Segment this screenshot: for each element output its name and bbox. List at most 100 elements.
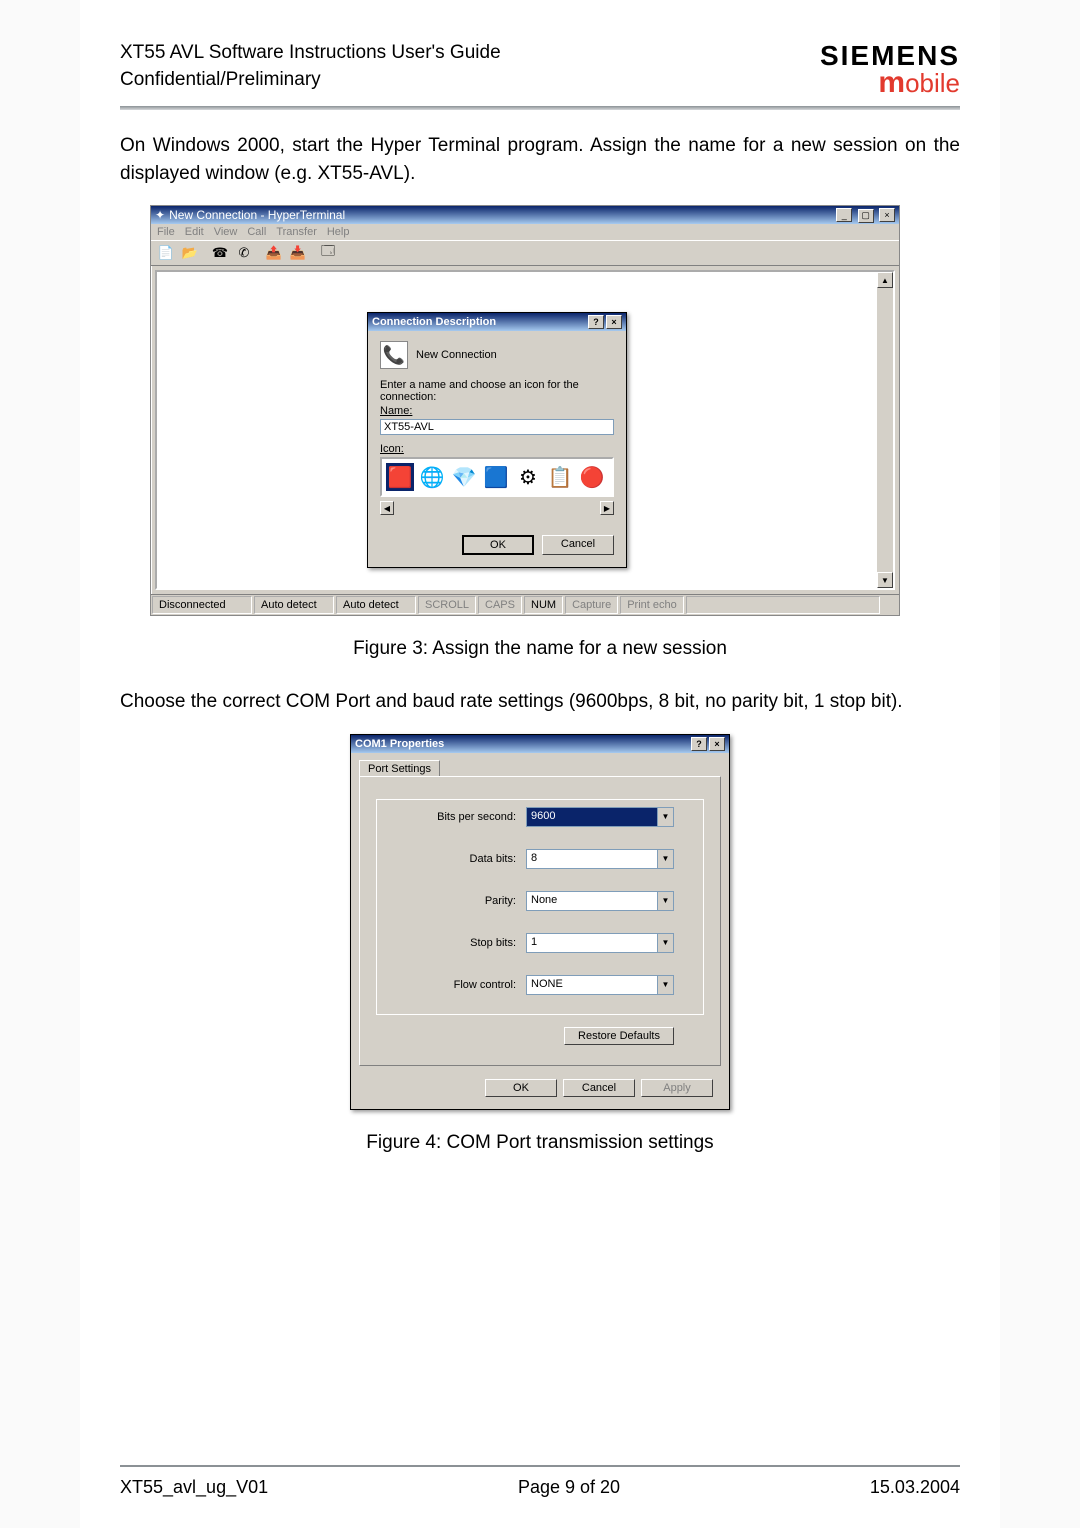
com-dialog-title: COM1 Properties bbox=[355, 738, 444, 750]
status-detect-1: Auto detect bbox=[254, 596, 334, 614]
chevron-down-icon[interactable]: ▼ bbox=[657, 892, 673, 910]
menu-view[interactable]: View bbox=[214, 226, 238, 238]
data-bits-select[interactable]: 8 ▼ bbox=[526, 849, 674, 869]
tb-send-icon[interactable]: 📤 bbox=[263, 243, 285, 263]
scroll-down-icon[interactable]: ▼ bbox=[877, 572, 893, 588]
status-bar: Disconnected Auto detect Auto detect SCR… bbox=[151, 594, 899, 615]
stop-bits-value: 1 bbox=[527, 934, 657, 952]
dialog-title: Connection Description bbox=[372, 316, 496, 328]
tab-port-settings[interactable]: Port Settings bbox=[359, 760, 440, 777]
menu-edit[interactable]: Edit bbox=[185, 226, 204, 238]
status-capture: Capture bbox=[565, 596, 618, 614]
page-header: XT55 AVL Software Instructions User's Gu… bbox=[120, 40, 960, 100]
window-titlebar[interactable]: ✦ New Connection - HyperTerminal _ ▢ × bbox=[151, 206, 899, 224]
chevron-down-icon[interactable]: ▼ bbox=[657, 934, 673, 952]
cancel-button[interactable]: Cancel bbox=[563, 1079, 635, 1097]
paragraph-2: Choose the correct COM Port and baud rat… bbox=[120, 688, 960, 716]
chevron-down-icon[interactable]: ▼ bbox=[657, 976, 673, 994]
figure-3-caption: Figure 3: Assign the name for a new sess… bbox=[120, 638, 960, 660]
header-brand: SIEMENS mobile bbox=[820, 40, 960, 100]
icon-option-7[interactable]: 🔴 bbox=[578, 463, 606, 491]
help-button[interactable]: ? bbox=[588, 315, 604, 329]
status-detect-2: Auto detect bbox=[336, 596, 416, 614]
icon-option-1[interactable]: 🟥 bbox=[386, 463, 414, 491]
icon-picker[interactable]: 🟥 🌐 💎 🟦 ⚙ 📋 🔴 bbox=[380, 457, 614, 497]
scroll-left-icon[interactable]: ◀ bbox=[380, 501, 394, 515]
icon-option-4[interactable]: 🟦 bbox=[482, 463, 510, 491]
terminal-area: ▲ ▼ Connection Description ? × bbox=[155, 270, 895, 590]
tb-receive-icon[interactable]: 📥 bbox=[287, 243, 309, 263]
data-bits-value: 8 bbox=[527, 850, 657, 868]
status-scroll: SCROLL bbox=[418, 596, 476, 614]
menu-file[interactable]: File bbox=[157, 226, 175, 238]
chevron-down-icon[interactable]: ▼ bbox=[657, 808, 673, 826]
connection-description-dialog: Connection Description ? × 📞 New Connect… bbox=[367, 312, 627, 568]
new-connection-icon: 📞 bbox=[380, 341, 408, 369]
menu-transfer[interactable]: Transfer bbox=[276, 226, 317, 238]
app-icon: ✦ bbox=[155, 208, 165, 222]
header-title-1: XT55 AVL Software Instructions User's Gu… bbox=[120, 40, 501, 67]
menu-call[interactable]: Call bbox=[247, 226, 266, 238]
figure-4-caption: Figure 4: COM Port transmission settings bbox=[120, 1132, 960, 1154]
footer-left: XT55_avl_ug_V01 bbox=[120, 1477, 268, 1498]
name-input[interactable] bbox=[380, 419, 614, 435]
flow-control-select[interactable]: NONE ▼ bbox=[526, 975, 674, 995]
stop-bits-select[interactable]: 1 ▼ bbox=[526, 933, 674, 953]
restore-defaults-button[interactable]: Restore Defaults bbox=[564, 1027, 674, 1045]
cancel-button[interactable]: Cancel bbox=[542, 535, 614, 555]
help-button[interactable]: ? bbox=[691, 737, 707, 751]
parity-value: None bbox=[527, 892, 657, 910]
status-connection: Disconnected bbox=[152, 596, 252, 614]
status-echo: Print echo bbox=[620, 596, 684, 614]
tb-open-icon[interactable]: 📂 bbox=[179, 243, 201, 263]
dialog-prompt: Enter a name and choose an icon for the … bbox=[380, 379, 614, 403]
header-rule bbox=[120, 106, 960, 110]
icon-option-3[interactable]: 💎 bbox=[450, 463, 478, 491]
ok-button[interactable]: OK bbox=[485, 1079, 557, 1097]
stop-bits-label: Stop bits: bbox=[406, 937, 516, 949]
icon-option-5[interactable]: ⚙ bbox=[514, 463, 542, 491]
scroll-up-icon[interactable]: ▲ bbox=[877, 272, 893, 288]
parity-label: Parity: bbox=[406, 895, 516, 907]
window-title: New Connection - HyperTerminal bbox=[169, 208, 345, 222]
menu-help[interactable]: Help bbox=[327, 226, 350, 238]
com-dialog-titlebar[interactable]: COM1 Properties ? × bbox=[351, 735, 729, 753]
dialog-titlebar[interactable]: Connection Description ? × bbox=[368, 313, 626, 331]
footer-center: Page 9 of 20 bbox=[518, 1477, 620, 1498]
icon-scrollbar[interactable]: ◀ ▶ bbox=[380, 501, 614, 515]
parity-select[interactable]: None ▼ bbox=[526, 891, 674, 911]
icon-option-6[interactable]: 📋 bbox=[546, 463, 574, 491]
tb-properties-icon[interactable]: 🗔 bbox=[317, 243, 339, 263]
close-button[interactable]: × bbox=[879, 208, 895, 222]
apply-button[interactable]: Apply bbox=[641, 1079, 713, 1097]
icon-option-2[interactable]: 🌐 bbox=[418, 463, 446, 491]
flow-control-value: NONE bbox=[527, 976, 657, 994]
com1-properties-dialog: COM1 Properties ? × Port Settings Bits p… bbox=[350, 734, 730, 1110]
scroll-right-icon[interactable]: ▶ bbox=[600, 501, 614, 515]
close-button[interactable]: × bbox=[709, 737, 725, 751]
footer-rule bbox=[120, 1465, 960, 1467]
header-title-2: Confidential/Preliminary bbox=[120, 67, 501, 94]
status-caps: CAPS bbox=[478, 596, 522, 614]
page-footer: XT55_avl_ug_V01 Page 9 of 20 15.03.2004 bbox=[120, 1465, 960, 1498]
bps-value: 9600 bbox=[527, 808, 657, 826]
footer-right: 15.03.2004 bbox=[870, 1477, 960, 1498]
tab-pane: Bits per second: 9600 ▼ Data bits: 8 ▼ P… bbox=[359, 776, 721, 1066]
tb-new-icon[interactable]: 📄 bbox=[155, 243, 177, 263]
status-num: NUM bbox=[524, 596, 563, 614]
maximize-button[interactable]: ▢ bbox=[858, 209, 874, 223]
bps-select[interactable]: 9600 ▼ bbox=[526, 807, 674, 827]
icon-label: Icon: bbox=[380, 443, 614, 455]
chevron-down-icon[interactable]: ▼ bbox=[657, 850, 673, 868]
header-title-block: XT55 AVL Software Instructions User's Gu… bbox=[120, 40, 501, 93]
name-label: Name: bbox=[380, 405, 614, 417]
paragraph-1: On Windows 2000, start the Hyper Termina… bbox=[120, 132, 960, 187]
minimize-button[interactable]: _ bbox=[836, 208, 852, 222]
tb-disconnect-icon[interactable]: ✆ bbox=[233, 243, 255, 263]
vertical-scrollbar[interactable]: ▲ ▼ bbox=[877, 272, 893, 588]
close-button[interactable]: × bbox=[606, 315, 622, 329]
toolbar: 📄 📂 ☎ ✆ 📤 📥 🗔 bbox=[151, 240, 899, 266]
tb-connect-icon[interactable]: ☎ bbox=[209, 243, 231, 263]
ok-button[interactable]: OK bbox=[462, 535, 534, 555]
resize-grip-icon[interactable] bbox=[882, 596, 898, 612]
